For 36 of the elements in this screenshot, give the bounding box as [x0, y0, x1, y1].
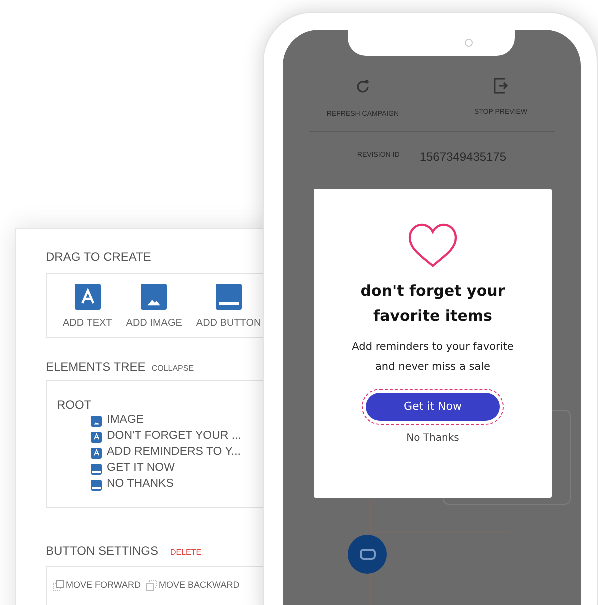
section-title: DRAG TO CREATE [46, 249, 152, 265]
tree-item[interactable]: DON'T FORGET YOUR ... [107, 428, 242, 446]
add-element-button[interactable]: ADD IMAGE [126, 284, 182, 331]
add-element-button[interactable]: ADD BUTTON [196, 284, 262, 331]
layer-order-button[interactable]: MOVE BACKWARD [146, 579, 240, 592]
exit-icon [493, 78, 509, 94]
image-icon [141, 284, 168, 310]
layer-order-button[interactable]: MOVE FORWARD [53, 579, 142, 592]
refresh-icon [354, 78, 372, 96]
tree-root[interactable]: ROOT [57, 397, 92, 413]
layer-backward-icon [146, 580, 158, 592]
popup-title: don't forget your favorite items [360, 281, 506, 327]
tree-item[interactable]: IMAGE [107, 412, 144, 430]
button-icon [91, 480, 102, 490]
tree-item[interactable]: ADD REMINDERS TO Y... [107, 444, 241, 462]
text-icon [74, 284, 101, 310]
add-element-button[interactable]: ADD TEXT [63, 284, 112, 331]
layer-forward-icon [53, 580, 64, 592]
popup-message: Add reminders to your favorite and never miss a sale [351, 340, 515, 375]
heart-icon [407, 223, 459, 269]
chat-node-icon [348, 535, 387, 574]
collapse-link[interactable]: COLLAPSE [152, 363, 194, 375]
no-thanks-link[interactable]: No Thanks [406, 431, 460, 446]
revision-value: 1567349435175 [420, 148, 507, 166]
text-icon [91, 448, 102, 458]
text-icon [91, 432, 102, 442]
delete-link[interactable]: DELETE [170, 547, 202, 559]
tree-item[interactable]: NO THANKS [107, 476, 174, 494]
image-icon [91, 416, 102, 426]
section-title: ELEMENTS TREE [46, 359, 146, 376]
button-icon [91, 464, 102, 474]
tree-item[interactable]: GET IT NOW [107, 460, 175, 478]
button-icon [216, 284, 242, 310]
camera-icon [465, 39, 473, 47]
section-title: BUTTON SETTINGS [46, 543, 158, 560]
get-it-now-button[interactable]: Get it Now [366, 393, 500, 422]
